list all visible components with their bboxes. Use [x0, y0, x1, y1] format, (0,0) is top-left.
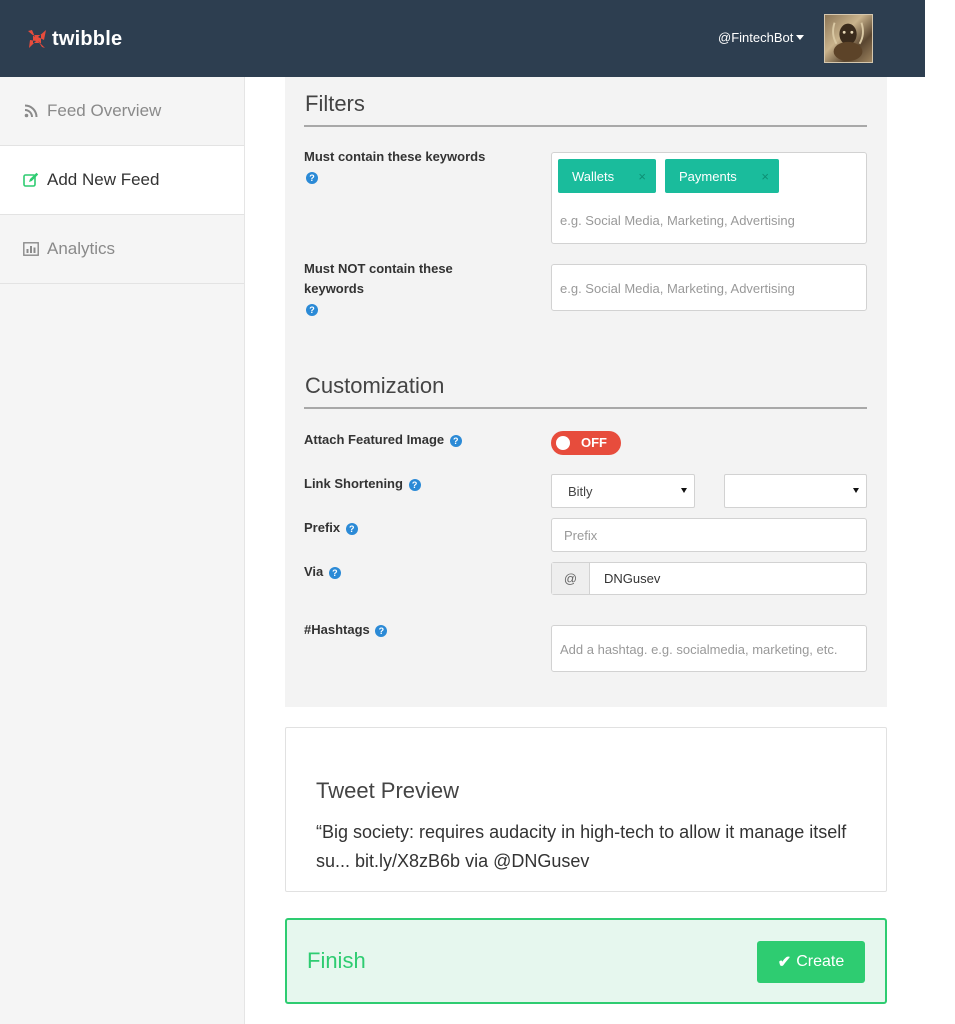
filters-divider	[304, 125, 867, 127]
sidebar-item-add-new-feed[interactable]: Add New Feed	[0, 146, 244, 215]
shortener-account-select[interactable]	[724, 474, 867, 508]
select-arrow-icon	[681, 488, 687, 493]
hashtags-input[interactable]: Add a hashtag. e.g. socialmedia, marketi…	[551, 625, 867, 672]
customization-title: Customization	[305, 373, 445, 398]
help-icon[interactable]: ?	[345, 522, 358, 535]
caret-down-icon	[796, 35, 805, 40]
must-contain-placeholder: e.g. Social Media, Marketing, Advertisin…	[560, 213, 795, 228]
prefix-placeholder: Prefix	[564, 528, 598, 543]
twibble-logo-icon	[28, 30, 46, 48]
hashtags-label: #Hashtags ?	[304, 620, 388, 640]
sidebar-item-label: Add New Feed	[47, 170, 160, 189]
via-label: Via ?	[304, 562, 341, 582]
select-arrow-icon	[853, 488, 859, 493]
prefix-label: Prefix ?	[304, 518, 358, 538]
create-button[interactable]: ✔ Create	[757, 941, 865, 983]
sidebar-item-label: Feed Overview	[47, 101, 162, 120]
shortener-select[interactable]: Bitly	[551, 474, 695, 508]
featured-image-toggle[interactable]: OFF	[551, 431, 621, 455]
at-addon: @	[552, 563, 590, 594]
avatar[interactable]	[824, 14, 873, 63]
top-navbar: twibble @FintechBot	[0, 0, 925, 77]
prefix-input[interactable]: Prefix	[551, 518, 867, 552]
feed-settings-panel: Filters Must contain these keywords ? Wa…	[285, 77, 887, 707]
keyword-tag: Wallets ×	[558, 159, 656, 193]
rss-icon	[22, 102, 40, 120]
must-not-contain-input[interactable]: e.g. Social Media, Marketing, Advertisin…	[551, 264, 867, 311]
create-button-label: Create	[796, 953, 845, 970]
customization-divider	[304, 407, 867, 409]
shortener-selected: Bitly	[568, 484, 593, 499]
via-value: DNGusev	[604, 571, 661, 586]
app-logo[interactable]: twibble	[26, 27, 122, 51]
help-icon[interactable]: ?	[328, 566, 341, 579]
must-not-contain-placeholder: e.g. Social Media, Marketing, Advertisin…	[560, 281, 795, 296]
filters-title: Filters	[305, 91, 365, 116]
tweet-preview-card: Tweet Preview “Big society: requires aud…	[285, 727, 887, 892]
edit-icon	[22, 171, 40, 189]
keyword-tag: Payments ×	[665, 159, 779, 193]
remove-tag-icon[interactable]: ×	[761, 169, 769, 184]
avatar-image	[832, 22, 864, 62]
tweet-preview-text: “Big society: requires audacity in high-…	[316, 822, 847, 871]
finish-title: Finish	[307, 948, 366, 973]
toggle-knob	[556, 436, 570, 450]
user-menu[interactable]: @FintechBot	[718, 30, 805, 45]
must-not-contain-label: Must NOT contain these keywords ?	[304, 261, 453, 316]
check-icon: ✔	[777, 954, 792, 971]
help-icon[interactable]: ?	[449, 434, 462, 447]
sidebar-item-analytics[interactable]: Analytics	[0, 215, 244, 284]
must-contain-input[interactable]: Wallets × Payments × e.g. Social Media, …	[551, 152, 867, 244]
help-icon[interactable]: ?	[306, 303, 318, 316]
help-icon[interactable]: ?	[408, 478, 421, 491]
hashtags-placeholder: Add a hashtag. e.g. socialmedia, marketi…	[560, 642, 838, 657]
via-input[interactable]: @ DNGusev	[551, 562, 867, 595]
finish-panel: Finish ✔ Create	[285, 918, 887, 1004]
help-icon[interactable]: ?	[306, 171, 318, 184]
featured-image-label: Attach Featured Image ?	[304, 430, 462, 450]
sidebar: Feed Overview Add New Feed Analytics	[0, 77, 245, 1024]
toggle-state: OFF	[581, 435, 607, 450]
must-contain-label: Must contain these keywords ?	[304, 149, 486, 184]
username: @FintechBot	[718, 30, 794, 45]
remove-tag-icon[interactable]: ×	[638, 169, 646, 184]
sidebar-item-feed-overview[interactable]: Feed Overview	[0, 77, 244, 146]
app-name: twibble	[52, 27, 123, 50]
link-shortening-label: Link Shortening ?	[304, 474, 421, 494]
tweet-preview-title: Tweet Preview	[316, 778, 460, 803]
sidebar-item-label: Analytics	[47, 239, 116, 258]
help-icon[interactable]: ?	[375, 624, 388, 637]
bar-chart-icon	[22, 240, 40, 258]
